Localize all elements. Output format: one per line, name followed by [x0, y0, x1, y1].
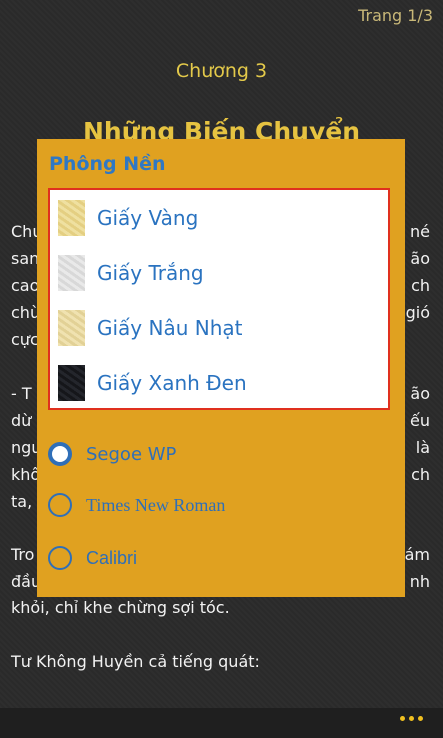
body-line-fragment: ch	[411, 276, 430, 295]
body-line-fragment: ão	[410, 249, 430, 268]
body-line-fragment: chù	[11, 303, 41, 322]
font-option-times-new-roman[interactable]: Times New Roman	[48, 489, 368, 521]
body-line-fragment: Tro	[11, 545, 35, 564]
background-option-label: Giấy Trắng	[97, 261, 204, 285]
dot	[418, 716, 423, 721]
body-line-fragment: ch	[411, 465, 430, 484]
font-option-label: Calibri	[86, 547, 138, 568]
body-line-fragment: né	[410, 222, 430, 241]
font-option-label: Segoe WP	[86, 443, 177, 465]
body-line: khỏi, chỉ khe chừng sợi tóc.	[11, 598, 230, 617]
body-line-fragment: ám	[404, 545, 430, 564]
background-option-label: Giấy Nâu Nhạt	[97, 316, 243, 340]
body-line-fragment: nh	[409, 572, 430, 591]
chapter-label: Chương 3	[175, 60, 268, 82]
background-option-label: Giấy Xanh Đen	[97, 371, 247, 395]
body-line-fragment: san	[11, 249, 40, 268]
background-option-navy-black[interactable]: Giấy Xanh Đen	[58, 363, 378, 403]
app-bar	[0, 708, 443, 738]
body-line-fragment: gió	[405, 303, 430, 322]
body-line-fragment: cao	[11, 276, 40, 295]
body-line-fragment: - T	[11, 384, 32, 403]
font-option-label: Times New Roman	[86, 494, 226, 515]
body-line-fragment: khô	[11, 465, 41, 484]
font-option-calibri[interactable]: Calibri	[48, 542, 368, 574]
paper-white-swatch-icon	[58, 255, 85, 291]
font-option-segoe-wp[interactable]: Segoe WP	[48, 438, 368, 470]
body-line-fragment: ếu	[410, 411, 430, 430]
body-line: Tư Không Huyền cả tiếng quát:	[11, 652, 260, 671]
background-option-white[interactable]: Giấy Trắng	[58, 253, 378, 293]
body-line-fragment: dừ	[11, 411, 32, 430]
body-line-fragment: cực	[11, 330, 39, 349]
body-line-fragment: ta,	[11, 492, 33, 511]
background-settings-dialog: Phông Nền Giấy Vàng Giấy Trắng Giấy Nâu …	[37, 139, 405, 597]
body-line-fragment: là	[415, 438, 430, 457]
background-option-light-brown[interactable]: Giấy Nâu Nhạt	[58, 308, 378, 348]
dialog-title: Phông Nền	[49, 153, 166, 175]
radio-unselected-icon[interactable]	[48, 546, 72, 570]
background-option-label: Giấy Vàng	[97, 206, 199, 230]
paper-navy-black-swatch-icon	[58, 365, 85, 401]
dot	[409, 716, 414, 721]
radio-selected-icon[interactable]	[48, 442, 72, 466]
background-option-yellow[interactable]: Giấy Vàng	[58, 198, 378, 238]
dot	[400, 716, 405, 721]
body-line-fragment: ão	[410, 384, 430, 403]
paper-light-brown-swatch-icon	[58, 310, 85, 346]
more-options-icon[interactable]	[400, 716, 423, 721]
paper-yellow-swatch-icon	[58, 200, 85, 236]
background-list: Giấy Vàng Giấy Trắng Giấy Nâu Nhạt Giấy …	[48, 188, 390, 410]
radio-unselected-icon[interactable]	[48, 493, 72, 517]
page-indicator: Trang 1/3	[358, 6, 433, 25]
